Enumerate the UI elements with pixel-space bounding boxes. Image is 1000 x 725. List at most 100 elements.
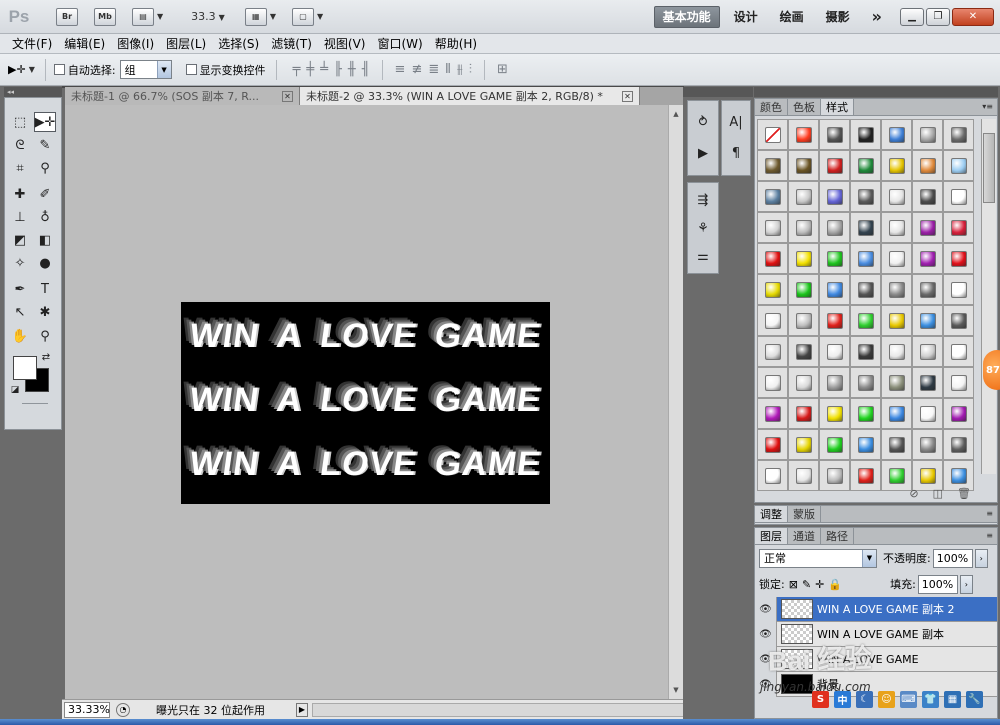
styles-scrollbar[interactable] — [981, 119, 996, 474]
menu-layer[interactable]: 图层(L) — [160, 35, 212, 52]
menu-help[interactable]: 帮助(H) — [429, 35, 483, 52]
style-swatch[interactable] — [788, 119, 819, 150]
style-swatch[interactable] — [757, 181, 788, 212]
visibility-eye-icon[interactable]: 👁 — [755, 596, 777, 622]
status-info-icon[interactable]: ◔ — [116, 702, 130, 717]
scroll-up-icon[interactable]: ▲ — [670, 107, 682, 121]
align-right-icon[interactable]: ╢ — [362, 62, 370, 77]
horizontal-scrollbar[interactable] — [312, 702, 684, 717]
style-swatch[interactable] — [819, 336, 850, 367]
wrench-icon[interactable]: 🔧 — [966, 690, 983, 708]
shape-tool-icon[interactable]: ✱ — [34, 302, 56, 322]
auto-align-layers-icon[interactable]: ⊞ — [497, 62, 508, 77]
keyboard-icon[interactable]: ⌨ — [900, 690, 917, 708]
history-brush-tool-icon[interactable]: ♁ — [34, 207, 56, 227]
auto-select-dropdown[interactable]: 组 ▼ — [119, 60, 172, 79]
style-swatch[interactable] — [912, 119, 943, 150]
style-swatch[interactable] — [819, 119, 850, 150]
style-swatch[interactable] — [757, 398, 788, 429]
style-swatch[interactable] — [943, 119, 974, 150]
style-swatch[interactable] — [819, 274, 850, 305]
zoom-tool-icon[interactable]: ⚲ — [34, 326, 56, 346]
type-tool-icon[interactable]: T — [34, 279, 56, 299]
style-swatch[interactable] — [912, 398, 943, 429]
style-swatch[interactable] — [757, 119, 788, 150]
grid-icon[interactable]: ▦ — [944, 690, 961, 708]
quick-selection-tool-icon[interactable]: ✎ — [34, 135, 56, 155]
style-swatch[interactable] — [850, 367, 881, 398]
eraser-tool-icon[interactable]: ◩ — [9, 230, 31, 250]
style-swatch[interactable] — [850, 212, 881, 243]
style-swatch[interactable] — [881, 243, 912, 274]
quick-mask-button[interactable] — [22, 403, 48, 406]
style-swatch[interactable] — [788, 181, 819, 212]
menu-edit[interactable]: 编辑(E) — [58, 35, 111, 52]
show-transform-checkbox[interactable] — [185, 64, 197, 75]
tab-document-2[interactable]: 未标题-2 @ 33.3% (WIN A LOVE GAME 副本 2, RGB… — [300, 87, 640, 105]
lasso-tool-icon[interactable]: ᘓ — [9, 135, 31, 155]
opacity-slider-arrow-icon[interactable]: › — [974, 548, 988, 568]
distribute-left-icon[interactable]: ⫴ — [445, 62, 450, 77]
style-swatch[interactable] — [912, 336, 943, 367]
style-swatch[interactable] — [850, 150, 881, 181]
tab-paths[interactable]: 路径 — [821, 528, 854, 544]
swap-colors-icon[interactable]: ⇄ — [39, 350, 53, 364]
brush-tool-icon[interactable]: ✐ — [34, 184, 56, 204]
tab-styles[interactable]: 样式 — [821, 99, 854, 115]
style-swatch[interactable] — [943, 336, 974, 367]
distribute-hcenter-icon[interactable]: ⫵ — [457, 62, 463, 77]
style-swatch[interactable] — [788, 367, 819, 398]
mini-bridge-button[interactable]: Mb — [94, 6, 116, 28]
lock-all-icon[interactable]: 🔒 — [828, 578, 842, 591]
moon-icon[interactable]: ☾ — [856, 690, 873, 708]
foreground-color-swatch[interactable] — [13, 356, 37, 380]
zoom-level[interactable]: 33.3 ▼ — [191, 10, 225, 23]
fill-field[interactable]: 100% — [917, 574, 958, 594]
paragraph-icon[interactable]: ¶ — [724, 142, 748, 164]
style-swatch[interactable] — [788, 336, 819, 367]
new-style-icon[interactable]: ◫ — [933, 487, 943, 500]
canvas-artwork[interactable]: WIN A LOVE GAME WIN A LOVE GAME WIN A LOVE GAME — [181, 302, 550, 504]
style-swatch[interactable] — [881, 305, 912, 336]
style-swatch[interactable] — [881, 367, 912, 398]
align-vcenter-icon[interactable]: ╪ — [306, 62, 314, 77]
style-swatch[interactable] — [788, 212, 819, 243]
menu-view[interactable]: 视图(V) — [318, 35, 372, 52]
delete-style-icon[interactable]: 🗑 — [957, 487, 971, 500]
marquee-tool-icon[interactable]: ⬚ — [9, 112, 31, 132]
workspace-essentials[interactable]: 基本功能 — [653, 5, 720, 28]
pen-tool-icon[interactable]: ✒ — [9, 279, 31, 299]
status-zoom-field[interactable]: 33.33% — [64, 701, 110, 718]
style-swatch[interactable] — [912, 243, 943, 274]
style-swatch[interactable] — [881, 398, 912, 429]
skin-icon[interactable]: 👕 — [922, 690, 939, 708]
style-swatch[interactable] — [819, 367, 850, 398]
style-swatch[interactable] — [757, 429, 788, 460]
menu-file[interactable]: 文件(F) — [6, 35, 58, 52]
emoji-icon[interactable]: ☺ — [878, 690, 895, 708]
style-swatch[interactable] — [757, 336, 788, 367]
style-swatch[interactable] — [912, 212, 943, 243]
workspace-design[interactable]: 设计 — [726, 6, 766, 28]
style-swatch[interactable] — [912, 429, 943, 460]
history-icon[interactable]: ⥁ — [691, 111, 715, 133]
vertical-scrollbar[interactable]: ▲ ▼ — [668, 105, 683, 699]
style-swatch[interactable] — [788, 150, 819, 181]
menu-select[interactable]: 选择(S) — [212, 35, 265, 52]
style-swatch[interactable] — [881, 274, 912, 305]
style-swatch[interactable] — [943, 181, 974, 212]
style-swatch[interactable] — [912, 367, 943, 398]
style-swatch[interactable] — [850, 243, 881, 274]
layer-row[interactable]: 👁 WIN A LOVE GAME 副本 2 — [755, 596, 997, 622]
style-swatch[interactable] — [819, 429, 850, 460]
menu-filter[interactable]: 滤镜(T) — [265, 35, 318, 52]
style-swatch[interactable] — [757, 367, 788, 398]
style-swatch[interactable] — [819, 243, 850, 274]
actions-icon[interactable]: ▶ — [691, 142, 715, 164]
style-swatch[interactable] — [850, 429, 881, 460]
style-swatch[interactable] — [881, 150, 912, 181]
eyedropper-tool-icon[interactable]: ⚲ — [34, 158, 56, 178]
close-icon[interactable]: ✕ — [622, 90, 633, 102]
panel-dock-collapse-bar[interactable] — [683, 87, 753, 97]
style-swatch[interactable] — [943, 305, 974, 336]
